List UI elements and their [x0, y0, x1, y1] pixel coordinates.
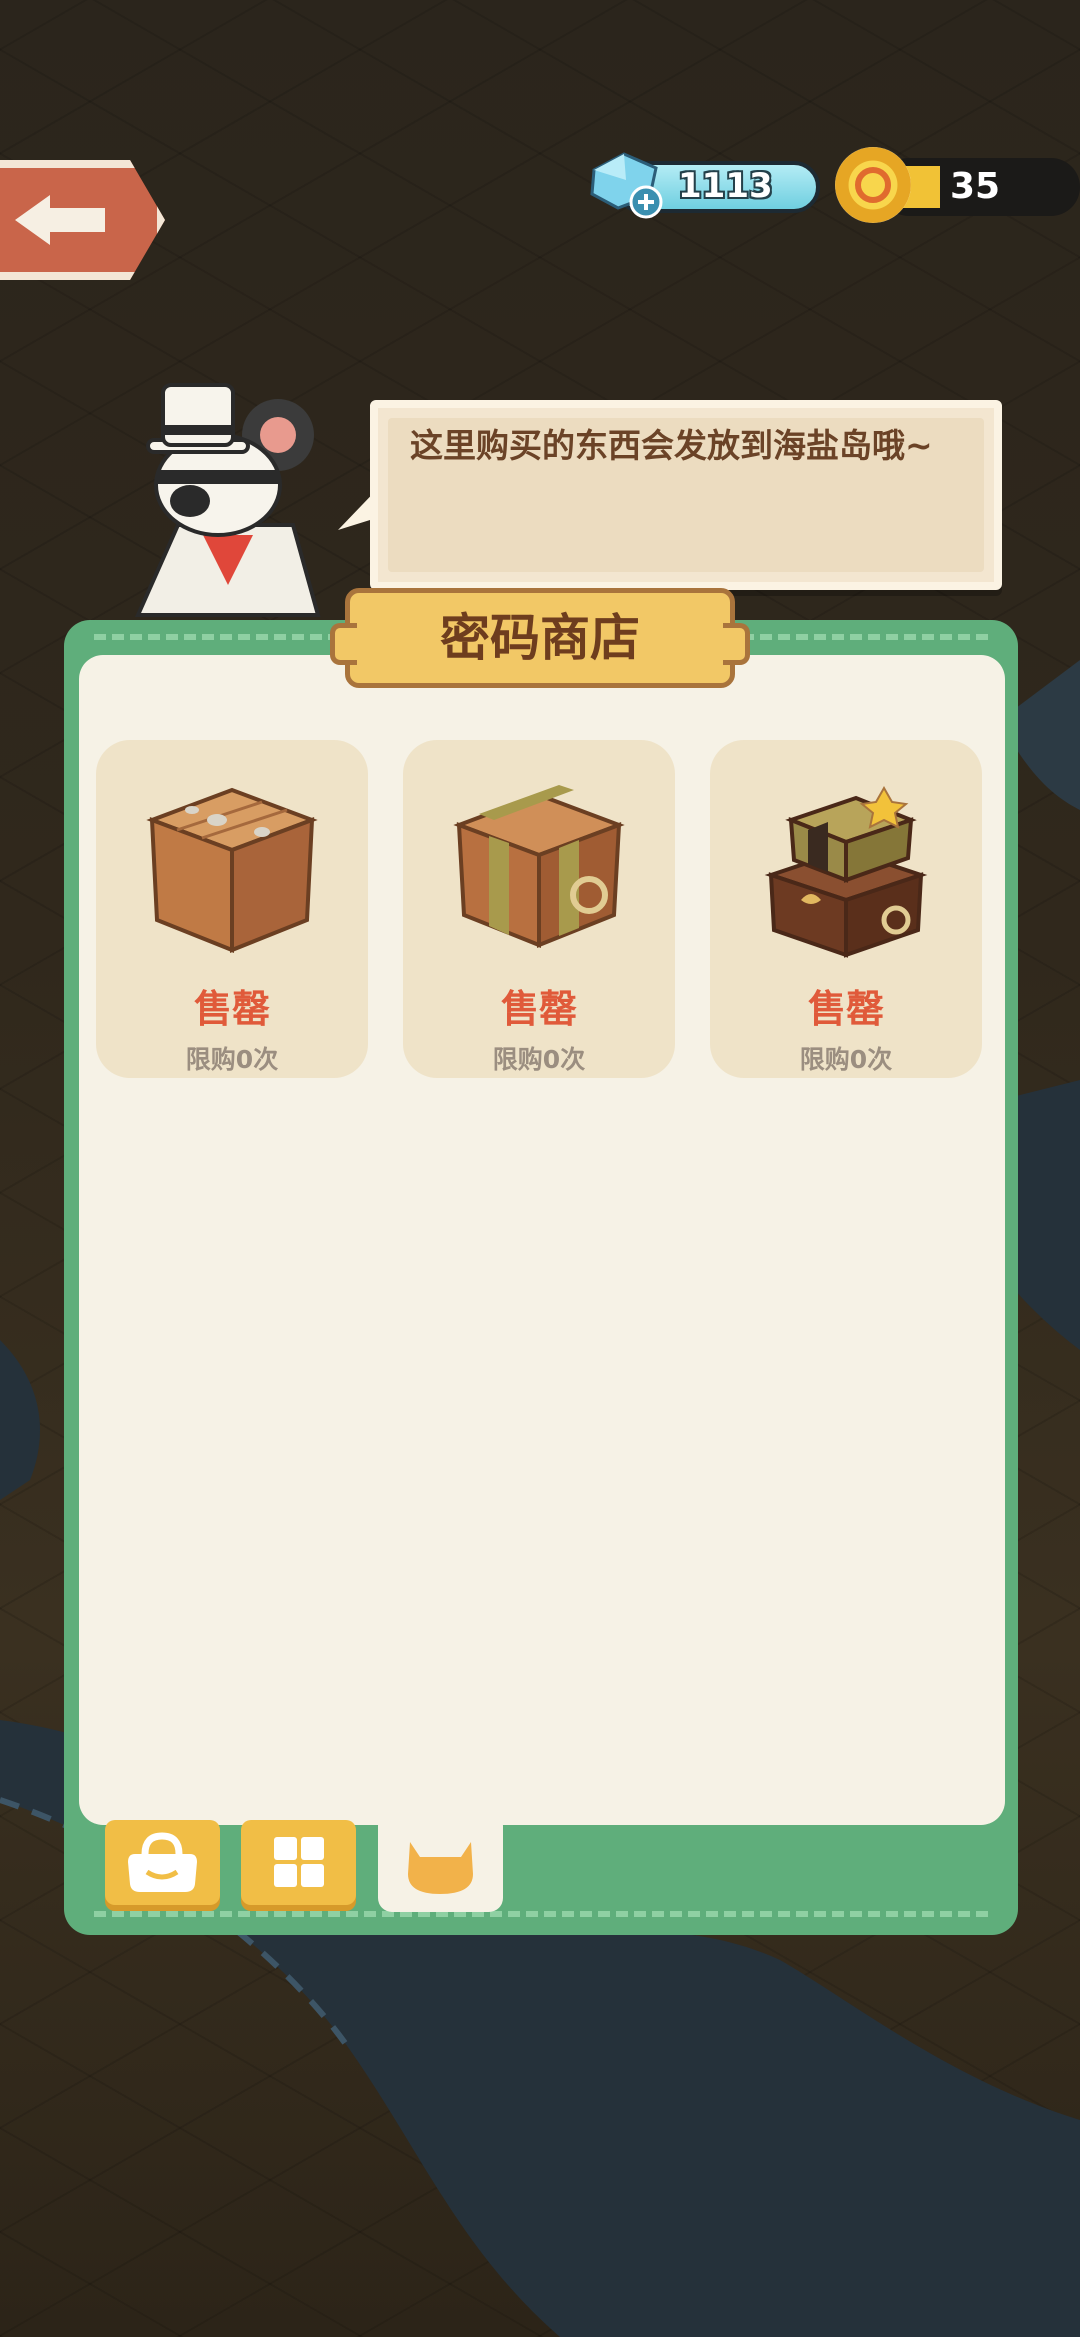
sold-out-label: 售罄 — [500, 987, 577, 1031]
npc-dialog-text: 这里购买的东西会发放到海盐岛哦~ — [410, 426, 933, 465]
purchase-limit-label: 限购0次 — [185, 1045, 279, 1074]
back-button[interactable] — [0, 160, 165, 280]
shop-title: 密码商店 — [440, 609, 640, 667]
sold-out-label: 售罄 — [807, 987, 884, 1031]
gem-icon[interactable] — [584, 150, 664, 220]
strapped-crate-icon — [453, 785, 625, 948]
coin-count: 35 — [950, 166, 1001, 207]
shop-item-card[interactable]: 售罄 限购0次 — [96, 740, 368, 1078]
purchase-limit-label: 限购0次 — [492, 1045, 586, 1074]
purchase-limit-label: 限购0次 — [799, 1045, 893, 1074]
wooden-crate-icon — [146, 787, 318, 953]
shop-item-card[interactable]: 售罄 限购0次 — [710, 740, 982, 1078]
treasure-chest-icon — [764, 785, 928, 958]
tab-bag[interactable] — [105, 1820, 220, 1905]
tab-cat[interactable] — [378, 1812, 503, 1912]
gem-count: 1113 — [678, 166, 773, 206]
shop-item-card[interactable]: 售罄 限购0次 — [403, 740, 675, 1078]
coin-icon — [835, 147, 911, 223]
grid-icon — [274, 1837, 324, 1887]
tab-grid[interactable] — [241, 1820, 356, 1905]
mouse-shopkeeper-avatar — [134, 383, 321, 617]
panel-stitch-bottom — [94, 1911, 988, 1917]
bag-icon — [128, 1832, 197, 1892]
sold-out-label: 售罄 — [193, 987, 270, 1031]
arrow-left-icon — [15, 195, 105, 245]
cat-icon — [408, 1842, 473, 1894]
